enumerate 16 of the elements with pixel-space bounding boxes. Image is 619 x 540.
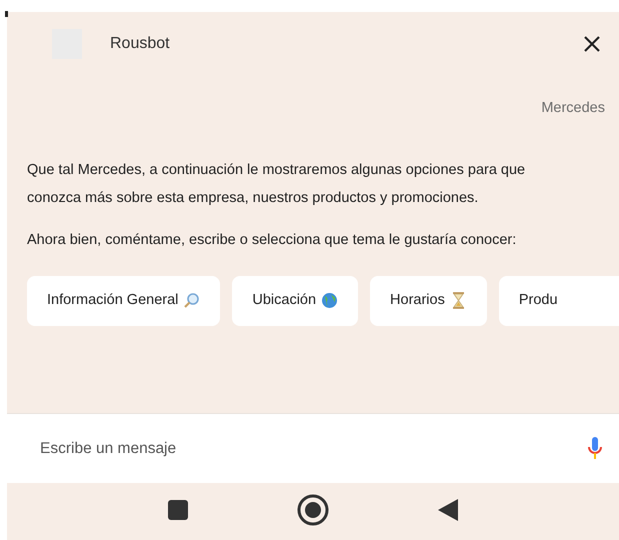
bot-message: Ahora bien, coméntame, escribe o selecciona que tema le gustaría conocer: [27,230,518,250]
microphone-icon[interactable] [587,436,603,462]
back-button[interactable] [437,498,459,522]
globe-icon [321,292,338,310]
magnifier-icon [183,292,200,310]
bot-message: Que tal Mercedes, a continuación le mostraremos algunas opciones para que conozca más sobre esta empresa, nuestros productos y promociones. [27,160,526,208]
suggestion-chip[interactable]: Produ [498,276,619,326]
home-button[interactable] [297,494,329,526]
suggestion-chip[interactable]: Información General [27,276,220,326]
chat-title: Rousbot [110,34,171,54]
user-name: Mercedes [541,99,605,118]
message-composer[interactable]: Escribe un mensaje [7,413,619,483]
recents-button[interactable] [167,498,189,520]
suggestion-chip[interactable]: Ubicación [232,276,358,326]
message-field[interactable]: Escribe un mensaje [38,436,587,462]
suggestion-chip[interactable]: Horarios [370,276,487,326]
